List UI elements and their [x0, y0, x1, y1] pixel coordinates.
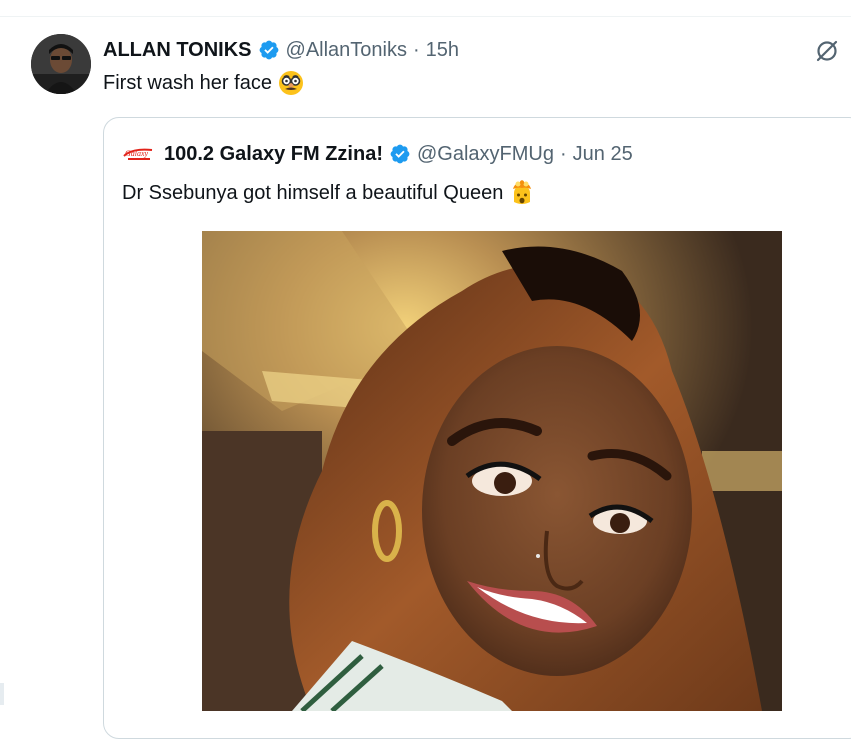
author-name[interactable]: ALLAN TONIKS: [103, 39, 252, 62]
separator-dot: ·: [559, 142, 567, 165]
quoted-author-handle[interactable]: @GalaxyFMUg: [417, 143, 554, 166]
separator-dot: ·: [412, 38, 420, 61]
tweet-text: First wash her face: [103, 70, 304, 96]
tweet-time[interactable]: 15h: [426, 39, 459, 62]
quoted-tweet-text: Dr Ssebunya got himself a beautiful Quee…: [122, 180, 535, 206]
galaxy-fm-logo-icon[interactable]: Galaxy: [122, 146, 156, 162]
quoted-tweet-text-content: Dr Ssebunya got himself a beautiful Quee…: [122, 181, 504, 204]
tweet-photo[interactable]: [202, 231, 782, 711]
photo-image: [202, 231, 782, 711]
top-divider: [0, 0, 851, 17]
quoted-tweet[interactable]: Galaxy 100.2 Galaxy FM Zzina! @GalaxyFMU…: [103, 117, 851, 739]
svg-text:Galaxy: Galaxy: [125, 149, 149, 158]
quoted-author-name[interactable]: 100.2 Galaxy FM Zzina!: [164, 143, 383, 166]
avatar-image: [31, 34, 91, 94]
scroll-edge: [0, 683, 4, 705]
quoted-tweet-header: Galaxy 100.2 Galaxy FM Zzina! @GalaxyFMU…: [122, 140, 633, 168]
avatar[interactable]: [31, 34, 91, 94]
author-handle[interactable]: @AllanToniks: [286, 39, 407, 62]
exploding-head-emoji-icon: [513, 180, 532, 204]
grok-icon[interactable]: [814, 38, 840, 64]
tweet-text-content: First wash her face: [103, 71, 272, 94]
tweet-header: ALLAN TONIKS @AllanToniks · 15h: [103, 36, 459, 64]
quoted-tweet-time[interactable]: Jun 25: [573, 143, 633, 166]
verified-badge-icon[interactable]: [258, 39, 280, 61]
verified-badge-icon[interactable]: [389, 143, 411, 165]
disguised-face-emoji-icon: [278, 71, 303, 95]
